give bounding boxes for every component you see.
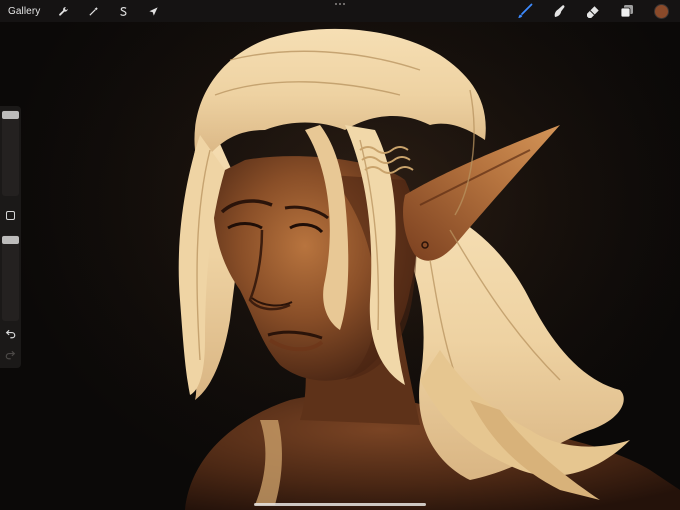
brush-size-slider-thumb[interactable] — [2, 111, 19, 119]
color-picker-button[interactable] — [650, 0, 672, 22]
brush-icon[interactable] — [514, 0, 536, 22]
toolbar-right-group — [502, 0, 672, 22]
left-sidebar — [0, 106, 21, 368]
brush-size-slider[interactable] — [2, 110, 19, 196]
eraser-icon[interactable] — [582, 0, 604, 22]
wrench-icon[interactable] — [52, 0, 74, 22]
gallery-button[interactable]: Gallery — [8, 6, 40, 17]
current-color-swatch — [653, 3, 669, 19]
opacity-slider[interactable] — [2, 235, 19, 321]
redo-icon — [5, 350, 16, 360]
opacity-slider-thumb[interactable] — [2, 236, 19, 244]
modify-button[interactable] — [6, 211, 15, 220]
grab-handle[interactable] — [335, 3, 345, 5]
toolbar-left-group: Gallery — [8, 0, 172, 22]
arrow-cursor-icon[interactable] — [142, 0, 164, 22]
selection-s-icon[interactable] — [112, 0, 134, 22]
magic-wand-icon[interactable] — [82, 0, 104, 22]
artwork-painting — [0, 0, 680, 510]
undo-icon — [5, 329, 16, 339]
smudge-icon[interactable] — [548, 0, 570, 22]
top-toolbar: Gallery — [0, 0, 680, 22]
drawing-canvas[interactable] — [0, 0, 680, 510]
undo-button[interactable] — [4, 327, 17, 340]
redo-button[interactable] — [4, 348, 17, 361]
home-indicator[interactable] — [254, 503, 426, 506]
layers-icon[interactable] — [616, 0, 638, 22]
